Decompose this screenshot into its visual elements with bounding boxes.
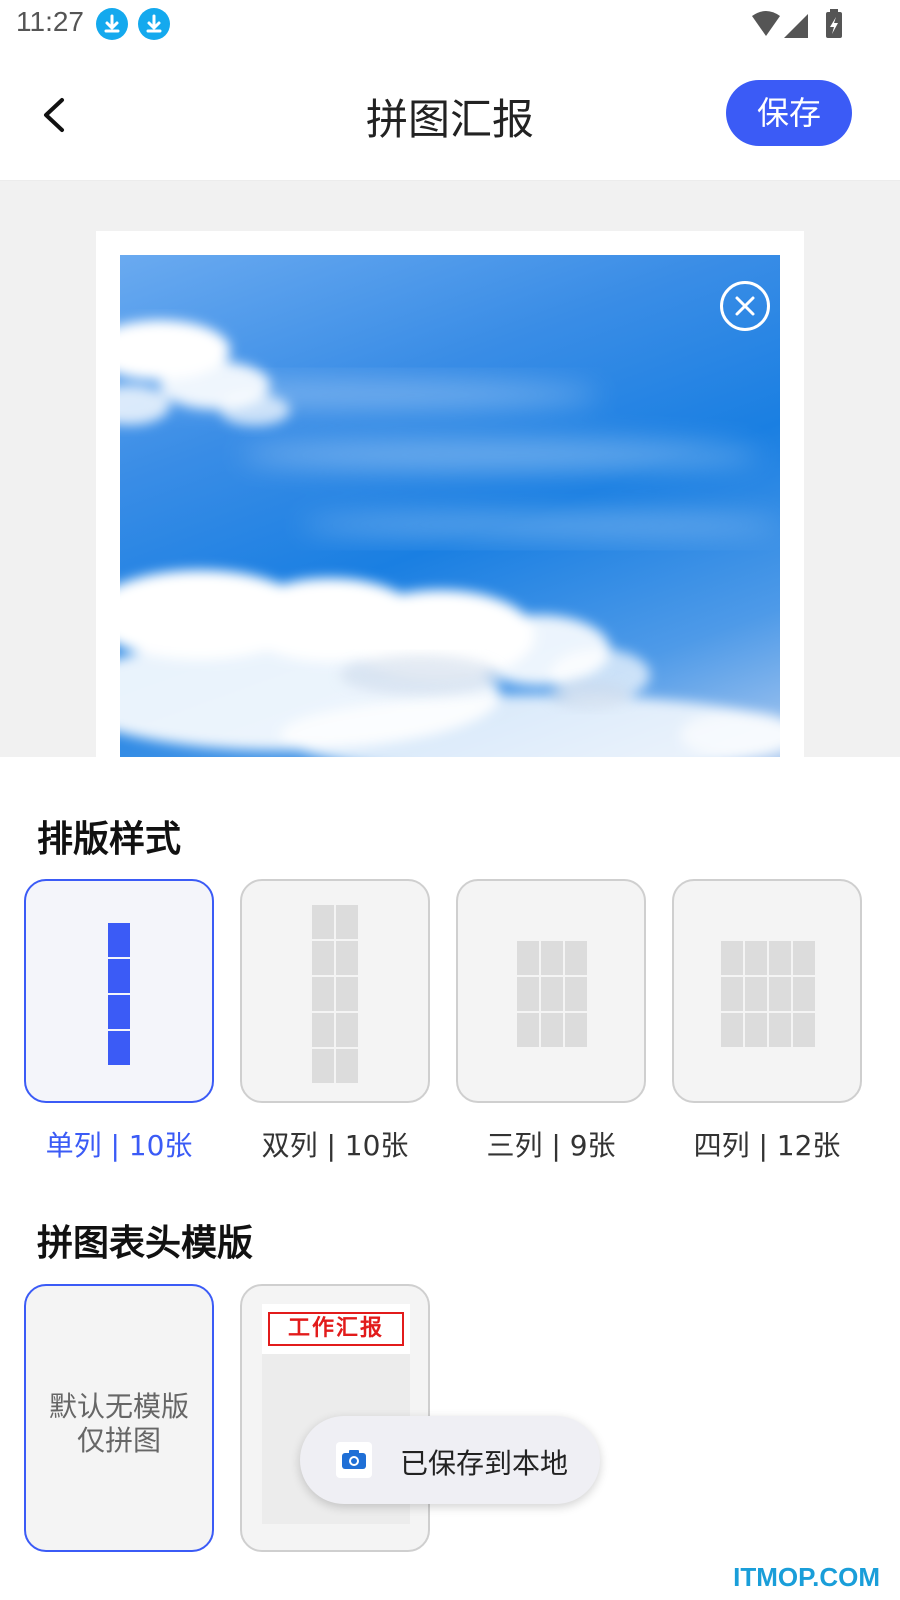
signal-icon — [784, 14, 808, 38]
template-header-preview: 工作汇报 — [262, 1304, 410, 1354]
layout-section-title: 排版样式 — [37, 819, 182, 860]
status-bar: 11:27 — [0, 0, 900, 50]
sky-photo — [120, 255, 780, 757]
download-icon — [96, 8, 128, 40]
template-section-title: 拼图表头模版 — [37, 1223, 254, 1264]
preview-area — [0, 181, 900, 757]
template-default-line1: 默认无模版 — [48, 1390, 189, 1423]
remove-photo-button[interactable] — [720, 281, 770, 331]
app-bar: 拼图汇报 保存 — [0, 50, 900, 181]
triple-column-grid-icon — [517, 941, 587, 1047]
work-report-header-text: 工作汇报 — [268, 1312, 404, 1346]
saved-toast: 已保存到本地 — [300, 1416, 600, 1504]
single-column-grid-icon — [108, 923, 130, 1065]
collage-preview — [96, 231, 804, 757]
site-watermark: ITMOP.COM — [733, 1562, 880, 1592]
download-icon — [138, 8, 170, 40]
template-default-label: 默认无模版 仅拼图 — [26, 1390, 212, 1458]
layout-label-single-column: 单列 | 10张 — [45, 1129, 193, 1162]
status-time: 11:27 — [16, 6, 84, 37]
close-icon — [735, 296, 755, 316]
layout-option-single-column[interactable] — [24, 879, 214, 1103]
status-indicators — [750, 8, 860, 42]
save-button[interactable]: 保存 — [726, 80, 852, 146]
quad-column-grid-icon — [721, 941, 815, 1047]
template-option-default[interactable]: 默认无模版 仅拼图 — [24, 1284, 214, 1552]
layout-label-triple-column: 三列 | 9张 — [486, 1129, 616, 1162]
toast-message: 已保存到本地 — [400, 1447, 569, 1480]
battery-charging-icon — [826, 9, 842, 38]
layout-option-quad-column[interactable] — [672, 879, 862, 1103]
layout-option-triple-column[interactable] — [456, 879, 646, 1103]
layout-label-double-column: 双列 | 10张 — [261, 1129, 409, 1162]
app-camera-icon — [336, 1442, 372, 1478]
wifi-icon — [752, 11, 780, 36]
layout-label-quad-column: 四列 | 12张 — [693, 1129, 841, 1162]
layout-option-double-column[interactable] — [240, 879, 430, 1103]
template-default-line2: 仅拼图 — [76, 1424, 161, 1457]
double-column-grid-icon — [312, 905, 358, 1083]
